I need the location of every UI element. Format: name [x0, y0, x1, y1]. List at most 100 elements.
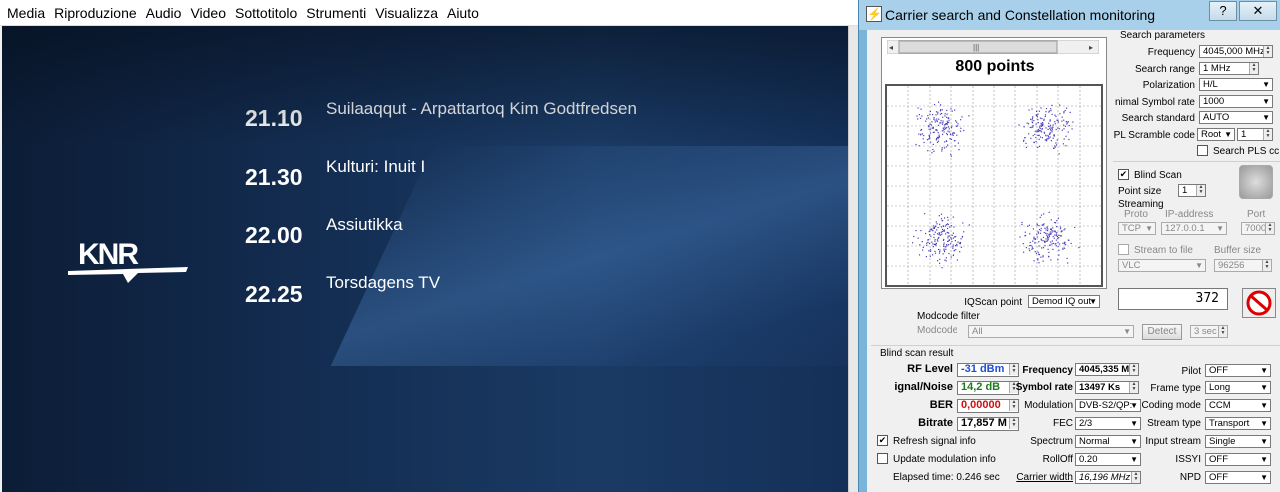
- search-standard-select[interactable]: AUTO ▼: [1199, 111, 1273, 124]
- constellation-point: [1055, 245, 1057, 247]
- stream-to-file-checkbox[interactable]: [1118, 244, 1129, 255]
- constellation-point: [1063, 229, 1065, 231]
- modcode-select[interactable]: All ▼: [968, 325, 1134, 338]
- constellation-point: [942, 120, 944, 122]
- coding-mode-select[interactable]: CCM ▼: [1205, 399, 1271, 412]
- constellation-point: [1025, 146, 1027, 148]
- constellation-point: [957, 123, 959, 125]
- search-pls-checkbox[interactable]: [1197, 145, 1208, 156]
- frame-type-select[interactable]: Long ▼: [1205, 381, 1271, 394]
- update-modulation-checkbox[interactable]: [877, 453, 888, 464]
- constellation-point: [920, 108, 922, 110]
- video-area[interactable]: KNR 21.10 Suilaaqqut - Arpattartoq Kim G…: [2, 26, 848, 492]
- constellation-point: [1041, 137, 1043, 139]
- menu-video[interactable]: Video: [190, 5, 226, 21]
- constellation-point: [1063, 128, 1065, 130]
- min-symbol-rate-select[interactable]: 1000 ▼: [1199, 95, 1273, 108]
- constellation-point: [1062, 247, 1064, 249]
- rolloff-select[interactable]: 0.20 ▼: [1075, 453, 1141, 466]
- menu-aiuto[interactable]: Aiuto: [447, 5, 479, 21]
- point-size-input[interactable]: 1 ▲ ▼: [1178, 184, 1206, 197]
- svg-text:KNR: KNR: [78, 238, 139, 271]
- window-titlebar[interactable]: ⚡ Carrier search and Constellation monit…: [859, 0, 1280, 30]
- detect-button[interactable]: Detect: [1142, 324, 1182, 340]
- constellation-point: [1037, 119, 1039, 121]
- constellation-point: [1055, 222, 1057, 224]
- pilot-select[interactable]: OFF ▼: [1205, 364, 1271, 377]
- stream-type-select[interactable]: Transport ▼: [1205, 417, 1271, 430]
- constellation-point: [1039, 136, 1042, 138]
- refresh-signal-checkbox[interactable]: ✔: [877, 435, 888, 446]
- polarization-select[interactable]: H/L ▼: [1199, 78, 1273, 91]
- constellation-point: [1042, 240, 1044, 242]
- search-range-input[interactable]: 1 MHz ▲ ▼: [1199, 62, 1259, 75]
- frequency-result-value: 4045,335 M ▲ ▼: [1075, 363, 1139, 376]
- constellation-point: [927, 150, 929, 152]
- constellation-point: [918, 114, 920, 116]
- constellation-point: [954, 109, 956, 111]
- constellation-point: [949, 243, 952, 245]
- input-stream-select[interactable]: Single ▼: [1205, 435, 1271, 448]
- constellation-point: [950, 237, 952, 239]
- rf-level-label: RF Level: [907, 363, 953, 375]
- modulation-select[interactable]: DVB-S2/QP: ▼: [1075, 399, 1141, 412]
- detect-seconds-input[interactable]: 3 sec ▲ ▼: [1190, 325, 1228, 338]
- constellation-point: [1041, 247, 1043, 249]
- fec-select[interactable]: 2/3 ▼: [1075, 417, 1141, 430]
- menu-media[interactable]: Media: [7, 5, 45, 21]
- constellation-point: [923, 135, 925, 137]
- blind-scan-checkbox[interactable]: ✔: [1118, 169, 1129, 180]
- constellation-point: [952, 134, 954, 136]
- schedule-title: Kulturi: Inuit I: [326, 157, 426, 176]
- camera-icon[interactable]: [1239, 165, 1273, 199]
- pl-scramble-code-input[interactable]: 1 ▲ ▼: [1237, 128, 1273, 141]
- pilot-label: Pilot: [1181, 366, 1201, 377]
- constellation-point: [927, 115, 929, 117]
- issyi-select[interactable]: OFF ▼: [1205, 453, 1271, 466]
- constellation-point: [1024, 137, 1026, 139]
- frequency-input[interactable]: 4045,000 MHz ▲ ▼: [1199, 45, 1273, 58]
- proto-select[interactable]: TCP ▼: [1118, 222, 1156, 235]
- constellation-point: [935, 139, 937, 141]
- constellation-point: [1038, 134, 1040, 136]
- constellation-point: [932, 246, 934, 248]
- constellation-point: [936, 233, 939, 235]
- constellation-point: [941, 233, 943, 235]
- menu-audio[interactable]: Audio: [146, 5, 182, 21]
- constellation-point: [928, 134, 930, 136]
- port-input[interactable]: 7000 ▲ ▼: [1241, 222, 1275, 235]
- ip-select[interactable]: 127.0.0.1 ▼: [1161, 222, 1227, 235]
- constellation-point: [1038, 229, 1041, 231]
- spectrum-select[interactable]: Normal ▼: [1075, 435, 1141, 448]
- constellation-point: [943, 242, 945, 244]
- frequency-label: Frequency: [1147, 47, 1195, 58]
- menu-strumenti[interactable]: Strumenti: [306, 5, 366, 21]
- constellation-point: [1055, 235, 1057, 237]
- menu-sottotitolo[interactable]: Sottotitolo: [235, 5, 297, 21]
- close-button[interactable]: ✕: [1239, 1, 1277, 21]
- npd-select[interactable]: OFF ▼: [1205, 471, 1271, 484]
- constellation-point: [921, 241, 923, 243]
- constellation-point: [958, 149, 960, 151]
- buffer-size-input[interactable]: 96256 ▲ ▼: [1214, 259, 1272, 272]
- constellation-point: [1040, 230, 1042, 232]
- menu-visualizza[interactable]: Visualizza: [375, 5, 438, 21]
- carrier-width-label[interactable]: Carrier width: [1007, 472, 1073, 483]
- constellation-point: [1049, 120, 1051, 122]
- constellation-point: [1047, 239, 1049, 241]
- pl-scramble-mode-select[interactable]: Root ▼: [1197, 128, 1235, 141]
- lock-counter-display: 372: [1118, 288, 1228, 310]
- stop-icon[interactable]: [1242, 288, 1276, 318]
- help-button[interactable]: ?: [1209, 1, 1237, 21]
- menu-riproduzione[interactable]: Riproduzione: [54, 5, 137, 21]
- constellation-point: [933, 104, 936, 106]
- constellation-point: [943, 229, 946, 231]
- constellation-scrollbar[interactable]: ◂ ||| ▸: [887, 40, 1099, 54]
- iqscan-point-select[interactable]: Demod IQ out ▼: [1028, 295, 1100, 308]
- constellation-point: [950, 155, 952, 157]
- constellation-point: [933, 243, 935, 245]
- constellation-point: [1054, 230, 1056, 232]
- player-select[interactable]: VLC ▼: [1118, 259, 1206, 272]
- constellation-point: [929, 255, 931, 257]
- pl-scramble-label: PL Scramble code: [1113, 130, 1195, 141]
